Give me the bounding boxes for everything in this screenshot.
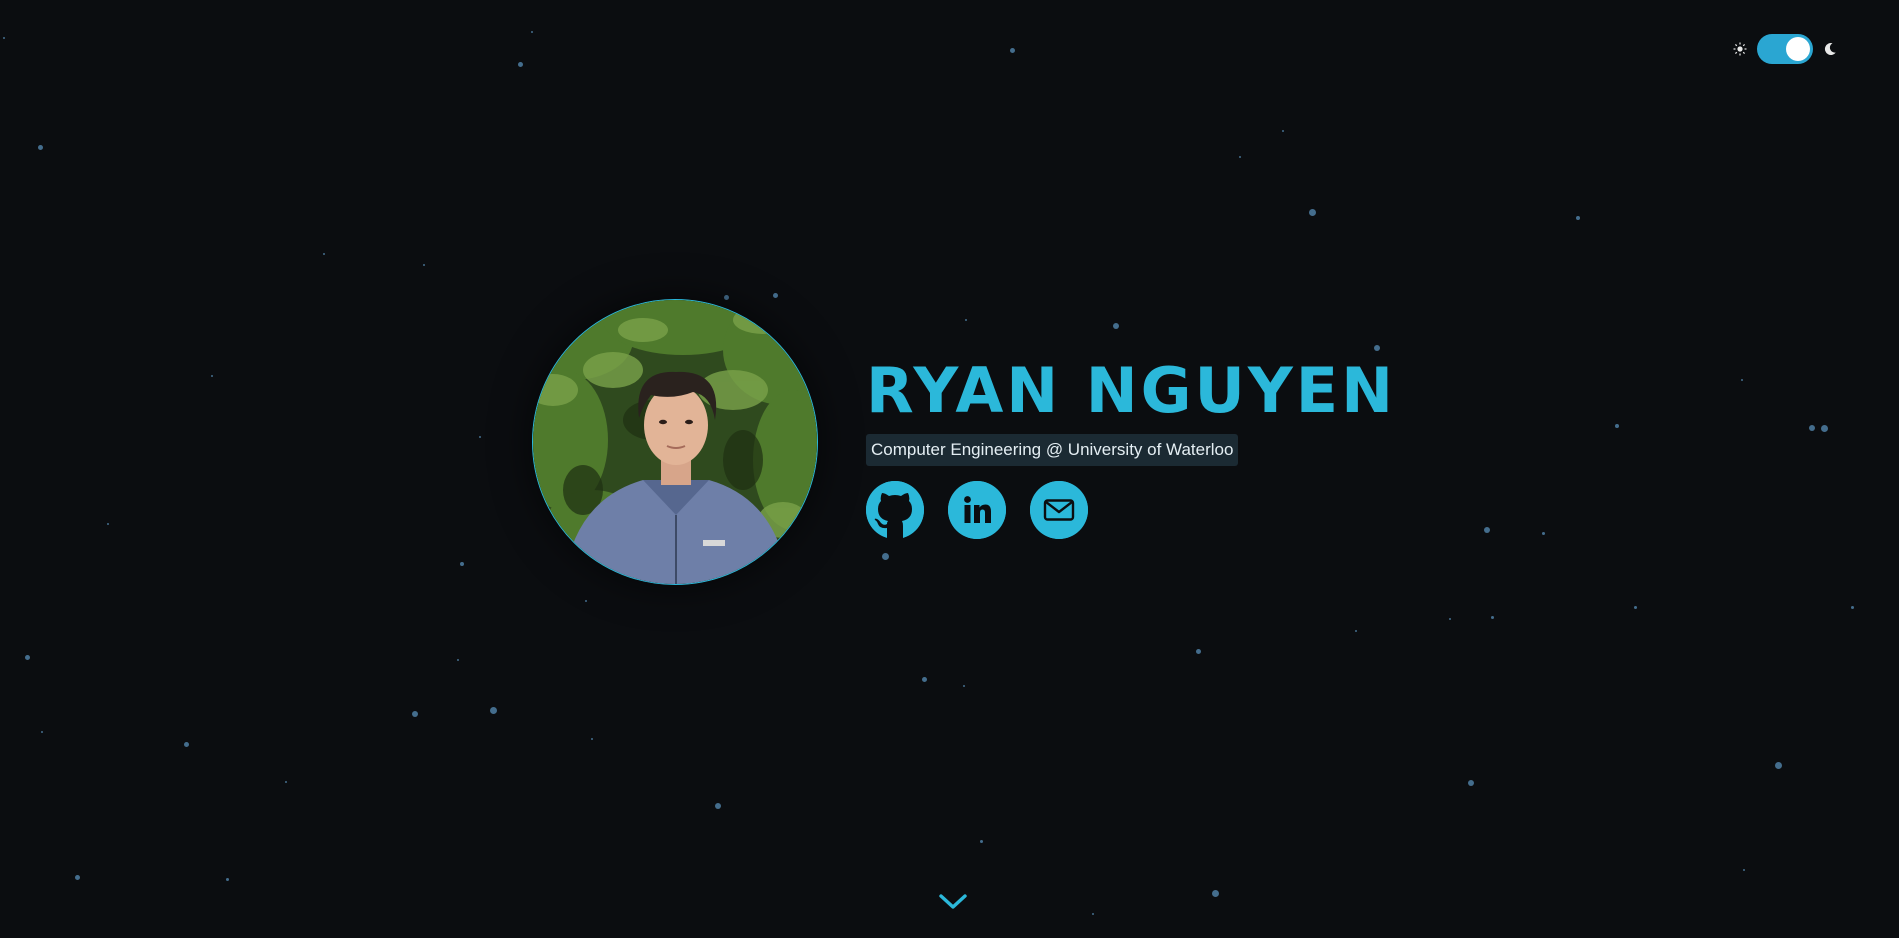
star-dot: [1211, 889, 1219, 897]
dark-mode-switch[interactable]: [1757, 34, 1813, 64]
star-dot: [412, 711, 418, 717]
star-dot: [457, 659, 459, 661]
star-dot: [1774, 761, 1782, 769]
star-dot: [183, 741, 189, 747]
star-dot: [963, 685, 965, 687]
star-dot: [489, 706, 497, 714]
star-dot: [1633, 605, 1637, 609]
star-dot: [1741, 379, 1743, 381]
hero-text-block: RYAN NGUYEN Computer Engineering @ Unive…: [866, 352, 1396, 539]
github-icon: [866, 481, 924, 539]
star-dot: [1308, 208, 1316, 216]
star-dot: [74, 874, 80, 880]
star-dot: [531, 31, 533, 33]
star-dot: [1484, 527, 1490, 533]
star-dot: [517, 61, 523, 67]
star-dot: [1113, 323, 1119, 329]
star-dot: [285, 781, 287, 783]
subtitle-label: Computer Engineering @ University of Wat…: [866, 434, 1239, 466]
star-dot: [965, 319, 967, 321]
name-heading: RYAN NGUYEN: [866, 354, 1397, 427]
star-dot: [772, 292, 778, 298]
star-dot: [1820, 424, 1828, 432]
email-link[interactable]: [1030, 481, 1088, 539]
theme-toggle: [1733, 34, 1837, 64]
star-dot: [1092, 913, 1094, 915]
star-dot: [591, 738, 593, 740]
mail-icon: [1030, 481, 1088, 539]
star-dot: [24, 654, 30, 660]
star-dot: [211, 375, 213, 377]
star-dot: [1282, 130, 1284, 132]
star-dot: [41, 731, 43, 733]
moon-icon: [1824, 42, 1836, 55]
star-dot: [1239, 156, 1241, 158]
star-dot: [921, 676, 927, 682]
star-dot: [1809, 425, 1815, 431]
profile-photo: [532, 299, 818, 585]
star-dot: [1615, 424, 1619, 428]
github-link[interactable]: [866, 481, 924, 539]
star-dot: [723, 294, 729, 300]
star-dot: [1468, 780, 1474, 786]
star-dot: [881, 552, 889, 560]
star-dot: [1195, 648, 1201, 654]
star-dot: [1743, 869, 1745, 871]
star-dot: [1490, 615, 1494, 619]
star-dot: [1576, 216, 1580, 220]
star-dot: [979, 839, 983, 843]
star-dot: [460, 562, 464, 566]
star-dot: [585, 600, 587, 602]
page-background: RYAN NGUYEN Computer Engineering @ Unive…: [0, 0, 1899, 938]
sun-icon: [1733, 42, 1747, 56]
star-dot: [1449, 618, 1451, 620]
star-dot: [3, 37, 5, 39]
star-dot: [1850, 605, 1854, 609]
star-dot: [225, 877, 229, 881]
star-dot: [1541, 531, 1545, 535]
linkedin-link[interactable]: [948, 481, 1006, 539]
switch-knob: [1786, 37, 1810, 61]
star-dot: [37, 144, 43, 150]
chevron-down-icon[interactable]: [937, 892, 969, 912]
star-dot: [107, 523, 109, 525]
star-dot: [1355, 630, 1357, 632]
star-dot: [323, 253, 325, 255]
star-dot: [479, 436, 481, 438]
star-dot: [715, 803, 721, 809]
star-dot: [1374, 345, 1380, 351]
star-dot: [1009, 47, 1015, 53]
linkedin-icon: [948, 481, 1006, 539]
social-links: [866, 481, 1396, 539]
star-dot: [423, 264, 425, 266]
